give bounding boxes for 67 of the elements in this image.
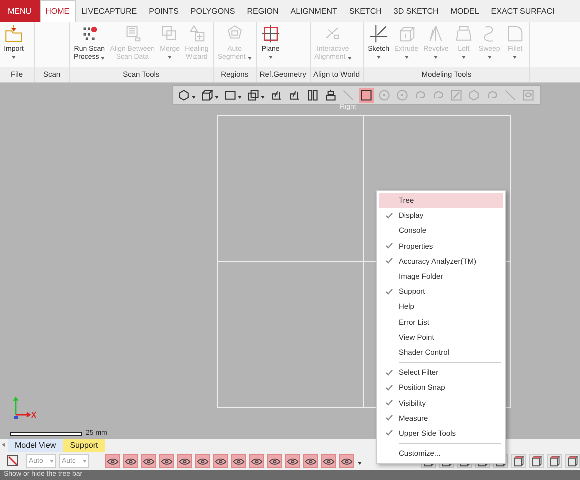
check-icon: [386, 370, 392, 376]
dropdown-arrow-icon: [513, 56, 518, 59]
eye-button[interactable]: [159, 454, 174, 468]
eye-button[interactable]: [195, 454, 210, 468]
toolbar-button[interactable]: [200, 88, 220, 102]
selection-icon[interactable]: [6, 454, 20, 468]
dropdown-arrow-icon: [238, 96, 242, 98]
dropdown-arrow-icon: [488, 56, 492, 59]
dropdown-arrow-icon: [462, 56, 466, 59]
dropdown-arrow-icon: [376, 56, 381, 59]
dropdown-arrow-icon: [101, 56, 106, 60]
view-cube-button[interactable]: [529, 454, 544, 468]
eye-icon: [522, 88, 535, 102]
import-icon: [4, 24, 24, 44]
eye-button[interactable]: [105, 454, 120, 468]
menu-button[interactable]: MENU: [0, 0, 40, 22]
panel-tab[interactable]: Model View: [8, 439, 64, 452]
view-cube-button[interactable]: [565, 454, 580, 468]
view-cube-button[interactable]: [547, 454, 562, 468]
eye-button[interactable]: [321, 454, 336, 468]
eye-button[interactable]: [267, 454, 282, 468]
check-icon: [386, 415, 392, 422]
dropdown-arrow-icon: [404, 56, 409, 59]
cube-icon: [201, 88, 214, 102]
lasso-icon: [432, 88, 445, 102]
dropdown-arrow-icon: [261, 96, 265, 98]
ribbon-tab[interactable]: HOME: [40, 0, 76, 22]
sketch-icon: [368, 24, 389, 44]
scale-bar: [10, 432, 82, 436]
toolbar-button[interactable]: [359, 88, 374, 102]
check-icon: [386, 400, 392, 406]
line-icon: [342, 88, 355, 102]
line-icon: [504, 88, 517, 102]
dropdown-arrow-icon: [12, 56, 16, 59]
toolbar-button[interactable]: [177, 88, 197, 102]
more-arrow-icon[interactable]: [358, 462, 362, 464]
check-icon: [386, 212, 392, 219]
dropdown-arrow-icon: [434, 56, 438, 59]
check-icon: [386, 384, 392, 391]
eye-button[interactable]: [285, 454, 300, 468]
panel-tab[interactable]: Support: [63, 439, 106, 452]
plane-icon: [260, 24, 281, 44]
check-icon: [386, 288, 392, 295]
lasso-icon: [486, 88, 499, 102]
view-cube-button[interactable]: [511, 454, 526, 468]
dropdown-arrow-icon: [248, 56, 252, 60]
eye-button[interactable]: [123, 454, 138, 468]
check-icon: [386, 258, 392, 264]
dropdown-arrow-icon: [268, 56, 273, 59]
eye-button[interactable]: [177, 454, 192, 468]
eye-button[interactable]: [303, 454, 318, 468]
box-icon: [247, 88, 260, 102]
eye-button[interactable]: [249, 454, 264, 468]
lasso-icon: [414, 88, 427, 102]
dropdown-arrow-icon: [348, 56, 352, 60]
check-icon: [386, 243, 392, 250]
check-icon: [386, 430, 392, 436]
rect-icon: [360, 88, 373, 102]
eye-button[interactable]: [141, 454, 156, 468]
eye-button[interactable]: [231, 454, 246, 468]
eye-button[interactable]: [339, 454, 354, 468]
scroll-left-icon[interactable]: [2, 443, 5, 447]
dropdown-arrow-icon: [168, 56, 172, 59]
toolbar-button[interactable]: [246, 88, 266, 102]
eye-button[interactable]: [213, 454, 228, 468]
dropdown-arrow-icon: [192, 96, 196, 98]
dropdown-arrow-icon: [215, 96, 219, 98]
